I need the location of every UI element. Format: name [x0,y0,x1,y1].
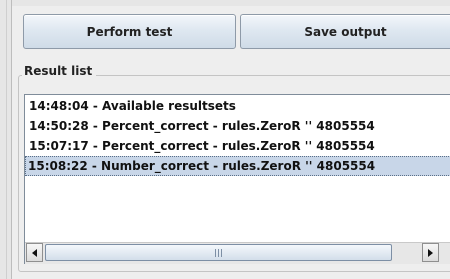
horizontal-scrollbar[interactable] [25,242,450,264]
left-edge-line [6,0,7,279]
grip-icon [215,248,222,257]
perform-test-button[interactable]: Perform test [23,14,236,49]
window: Perform test Save output Result list 14:… [0,0,450,279]
result-list-title: Result list [22,64,97,78]
scroll-right-button[interactable] [422,243,439,262]
save-output-button[interactable]: Save output [240,14,450,49]
list-item-selected[interactable]: 15:08:22 - Number_correct - rules.ZeroR … [25,156,450,176]
arrow-right-icon [428,248,433,257]
perform-test-label: Perform test [86,24,173,39]
list-item[interactable]: 14:50:28 - Percent_correct - rules.ZeroR… [27,116,375,136]
list-item[interactable]: 14:48:04 - Available resultsets [27,96,236,116]
left-edge [0,0,12,279]
scrollbar-thumb[interactable] [45,244,392,261]
scroll-left-button[interactable] [26,243,43,262]
save-output-label: Save output [304,24,387,39]
arrow-left-icon [32,248,37,257]
list-item[interactable]: 15:07:17 - Percent_correct - rules.ZeroR… [27,136,375,156]
result-list[interactable]: 14:48:04 - Available resultsets 14:50:28… [24,94,450,264]
top-edge [11,0,450,6]
